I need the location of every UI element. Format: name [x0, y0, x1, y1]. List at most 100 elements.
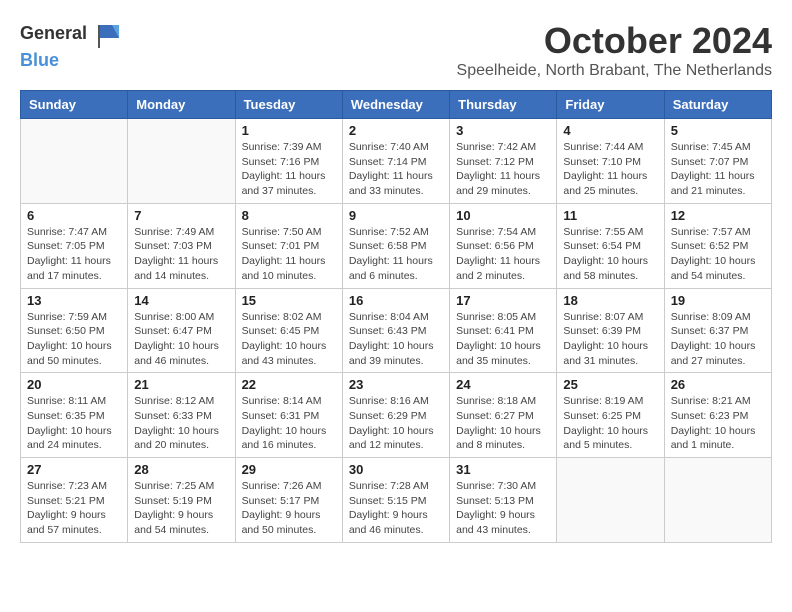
day-number: 6: [27, 208, 121, 223]
calendar-cell: 6Sunrise: 7:47 AM Sunset: 7:05 PM Daylig…: [21, 203, 128, 288]
calendar-cell: 18 Sunrise: 8:07 AM Sunset: 6:39 PM Dayli…: [557, 288, 664, 373]
day-info: Sunrise: 8:21 AM Sunset: 6:23 PM Dayligh…: [671, 394, 765, 453]
calendar-week-row: 20 Sunrise: 8:11 AM Sunset: 6:35 PM Dayli…: [21, 373, 772, 458]
day-number: 8: [242, 208, 336, 223]
day-info: Sunrise: 7:49 AM Sunset: 7:03 PM Dayligh…: [134, 225, 228, 284]
day-info: Sunrise: 7:54 AM Sunset: 6:56 PM Dayligh…: [456, 225, 550, 284]
day-number: 10: [456, 208, 550, 223]
day-number: 23: [349, 377, 443, 392]
day-info: Sunrise: 8:07 AM Sunset: 6:39 PM Dayligh…: [563, 310, 657, 369]
weekday-header-tuesday: Tuesday: [235, 91, 342, 119]
day-number: 13: [27, 293, 121, 308]
day-number: 11: [563, 208, 657, 223]
calendar-cell: 13Sunrise: 7:59 AM Sunset: 6:50 PM Dayli…: [21, 288, 128, 373]
day-number: 28: [134, 462, 228, 477]
calendar-cell: 29Sunrise: 7:26 AM Sunset: 5:17 PM Dayli…: [235, 458, 342, 543]
day-number: 22: [242, 377, 336, 392]
calendar-week-row: 6Sunrise: 7:47 AM Sunset: 7:05 PM Daylig…: [21, 203, 772, 288]
day-number: 21: [134, 377, 228, 392]
title-area: October 2024 Speelheide, North Brabant, …: [457, 20, 772, 80]
calendar-cell: 2 Sunrise: 7:40 AM Sunset: 7:14 PM Daylig…: [342, 119, 449, 204]
day-number: 29: [242, 462, 336, 477]
calendar-cell: 1 Sunrise: 7:39 AM Sunset: 7:16 PM Daylig…: [235, 119, 342, 204]
day-number: 9: [349, 208, 443, 223]
calendar-table: SundayMondayTuesdayWednesdayThursdayFrid…: [20, 90, 772, 543]
day-info: Sunrise: 7:44 AM Sunset: 7:10 PM Dayligh…: [563, 140, 657, 199]
day-number: 20: [27, 377, 121, 392]
calendar-cell: 5Sunrise: 7:45 AM Sunset: 7:07 PM Daylig…: [664, 119, 771, 204]
calendar-week-row: 1 Sunrise: 7:39 AM Sunset: 7:16 PM Daylig…: [21, 119, 772, 204]
day-info: Sunrise: 8:16 AM Sunset: 6:29 PM Dayligh…: [349, 394, 443, 453]
calendar-cell: 28 Sunrise: 7:25 AM Sunset: 5:19 PM Dayli…: [128, 458, 235, 543]
logo-flag-icon: [94, 20, 124, 50]
day-number: 2: [349, 123, 443, 138]
calendar-cell: 11 Sunrise: 7:55 AM Sunset: 6:54 PM Dayli…: [557, 203, 664, 288]
weekday-header-row: SundayMondayTuesdayWednesdayThursdayFrid…: [21, 91, 772, 119]
day-number: 15: [242, 293, 336, 308]
calendar-cell: 19Sunrise: 8:09 AM Sunset: 6:37 PM Dayli…: [664, 288, 771, 373]
calendar-cell: 7 Sunrise: 7:49 AM Sunset: 7:03 PM Daylig…: [128, 203, 235, 288]
day-info: Sunrise: 7:55 AM Sunset: 6:54 PM Dayligh…: [563, 225, 657, 284]
day-info: Sunrise: 8:18 AM Sunset: 6:27 PM Dayligh…: [456, 394, 550, 453]
calendar-cell: 16 Sunrise: 8:04 AM Sunset: 6:43 PM Dayli…: [342, 288, 449, 373]
logo-general: General: [20, 23, 87, 43]
day-number: 17: [456, 293, 550, 308]
calendar-cell: 4 Sunrise: 7:44 AM Sunset: 7:10 PM Daylig…: [557, 119, 664, 204]
day-info: Sunrise: 7:39 AM Sunset: 7:16 PM Dayligh…: [242, 140, 336, 199]
calendar-cell: 3 Sunrise: 7:42 AM Sunset: 7:12 PM Daylig…: [450, 119, 557, 204]
day-info: Sunrise: 7:42 AM Sunset: 7:12 PM Dayligh…: [456, 140, 550, 199]
day-number: 5: [671, 123, 765, 138]
day-info: Sunrise: 7:40 AM Sunset: 7:14 PM Dayligh…: [349, 140, 443, 199]
calendar-week-row: 27 Sunrise: 7:23 AM Sunset: 5:21 PM Dayli…: [21, 458, 772, 543]
calendar-cell: 23 Sunrise: 8:16 AM Sunset: 6:29 PM Dayli…: [342, 373, 449, 458]
calendar-cell: 14Sunrise: 8:00 AM Sunset: 6:47 PM Dayli…: [128, 288, 235, 373]
day-number: 1: [242, 123, 336, 138]
day-number: 26: [671, 377, 765, 392]
weekday-header-monday: Monday: [128, 91, 235, 119]
day-number: 25: [563, 377, 657, 392]
calendar-cell: [557, 458, 664, 543]
day-info: Sunrise: 7:50 AM Sunset: 7:01 PM Dayligh…: [242, 225, 336, 284]
calendar-cell: 24 Sunrise: 8:18 AM Sunset: 6:27 PM Dayli…: [450, 373, 557, 458]
page-header: General Blue October 2024 Speelheide, No…: [20, 20, 772, 80]
day-number: 12: [671, 208, 765, 223]
location-title: Speelheide, North Brabant, The Netherlan…: [457, 62, 772, 80]
day-info: Sunrise: 8:00 AM Sunset: 6:47 PM Dayligh…: [134, 310, 228, 369]
calendar-cell: 31Sunrise: 7:30 AM Sunset: 5:13 PM Dayli…: [450, 458, 557, 543]
weekday-header-saturday: Saturday: [664, 91, 771, 119]
day-number: 24: [456, 377, 550, 392]
calendar-cell: [21, 119, 128, 204]
day-number: 3: [456, 123, 550, 138]
day-info: Sunrise: 8:05 AM Sunset: 6:41 PM Dayligh…: [456, 310, 550, 369]
calendar-cell: 12 Sunrise: 7:57 AM Sunset: 6:52 PM Dayli…: [664, 203, 771, 288]
day-info: Sunrise: 7:25 AM Sunset: 5:19 PM Dayligh…: [134, 479, 228, 538]
weekday-header-friday: Friday: [557, 91, 664, 119]
calendar-cell: 9 Sunrise: 7:52 AM Sunset: 6:58 PM Daylig…: [342, 203, 449, 288]
day-info: Sunrise: 7:23 AM Sunset: 5:21 PM Dayligh…: [27, 479, 121, 538]
weekday-header-sunday: Sunday: [21, 91, 128, 119]
day-info: Sunrise: 8:12 AM Sunset: 6:33 PM Dayligh…: [134, 394, 228, 453]
logo-blue: Blue: [20, 50, 59, 70]
calendar-cell: 26 Sunrise: 8:21 AM Sunset: 6:23 PM Dayli…: [664, 373, 771, 458]
day-number: 4: [563, 123, 657, 138]
calendar-cell: 8 Sunrise: 7:50 AM Sunset: 7:01 PM Daylig…: [235, 203, 342, 288]
day-number: 7: [134, 208, 228, 223]
calendar-cell: 21 Sunrise: 8:12 AM Sunset: 6:33 PM Dayli…: [128, 373, 235, 458]
day-info: Sunrise: 8:04 AM Sunset: 6:43 PM Dayligh…: [349, 310, 443, 369]
day-info: Sunrise: 8:11 AM Sunset: 6:35 PM Dayligh…: [27, 394, 121, 453]
day-number: 19: [671, 293, 765, 308]
day-info: Sunrise: 7:52 AM Sunset: 6:58 PM Dayligh…: [349, 225, 443, 284]
day-info: Sunrise: 7:57 AM Sunset: 6:52 PM Dayligh…: [671, 225, 765, 284]
day-info: Sunrise: 7:28 AM Sunset: 5:15 PM Dayligh…: [349, 479, 443, 538]
calendar-cell: 30 Sunrise: 7:28 AM Sunset: 5:15 PM Dayli…: [342, 458, 449, 543]
day-number: 30: [349, 462, 443, 477]
day-number: 27: [27, 462, 121, 477]
day-info: Sunrise: 8:19 AM Sunset: 6:25 PM Dayligh…: [563, 394, 657, 453]
calendar-cell: 15Sunrise: 8:02 AM Sunset: 6:45 PM Dayli…: [235, 288, 342, 373]
day-number: 16: [349, 293, 443, 308]
day-number: 18: [563, 293, 657, 308]
calendar-cell: 20 Sunrise: 8:11 AM Sunset: 6:35 PM Dayli…: [21, 373, 128, 458]
day-number: 31: [456, 462, 550, 477]
weekday-header-wednesday: Wednesday: [342, 91, 449, 119]
calendar-cell: 22Sunrise: 8:14 AM Sunset: 6:31 PM Dayli…: [235, 373, 342, 458]
